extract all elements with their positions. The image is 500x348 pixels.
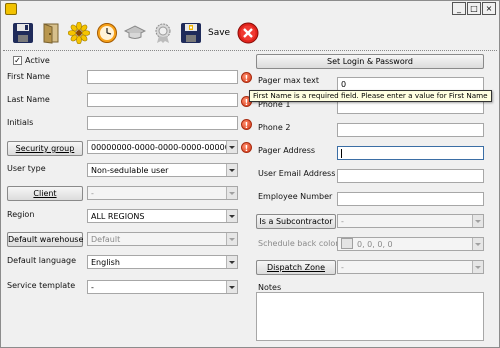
color-swatch: [341, 238, 353, 249]
phone2-label: Phone 2: [258, 123, 291, 132]
region-value: ALL REGIONS: [91, 212, 145, 221]
save-add-icon[interactable]: [179, 21, 203, 45]
service-template-value: -: [91, 283, 94, 292]
client-value: -: [91, 189, 94, 198]
user-edit-window: _ □ × Save ✓ Active First Name ! Last Na…: [0, 0, 500, 348]
schedule-back-color-value: 0, 0, 0, 0: [357, 240, 393, 249]
user-type-value: Non-sedulable user: [91, 166, 169, 175]
service-template-select[interactable]: -: [87, 280, 238, 294]
clock-icon[interactable]: [95, 21, 119, 45]
toolbar-separator: [3, 50, 497, 51]
notes-textarea[interactable]: [256, 292, 484, 341]
set-login-password-button[interactable]: Set Login & Password: [256, 54, 484, 69]
security-group-value: 00000000-0000-0000-0000-0000000: [91, 143, 238, 152]
schedule-back-color-select[interactable]: 0, 0, 0, 0: [337, 237, 484, 251]
chevron-down-icon[interactable]: [226, 187, 237, 199]
region-label: Region: [7, 210, 35, 219]
default-warehouse-value: Default: [91, 235, 121, 244]
phone1-input[interactable]: [337, 100, 484, 114]
chevron-down-icon[interactable]: [226, 164, 237, 176]
employee-number-label: Employee Number: [258, 192, 333, 201]
notes-label: Notes: [258, 283, 282, 292]
default-language-label: Default language: [7, 256, 77, 265]
close-window-button[interactable]: ×: [482, 2, 496, 15]
maximize-button[interactable]: □: [467, 2, 481, 15]
user-email-input[interactable]: [337, 169, 484, 183]
dispatch-zone-button-label: Dispatch Zone: [266, 263, 326, 272]
chevron-down-icon[interactable]: [226, 256, 237, 268]
pager-max-text-input[interactable]: 0: [337, 77, 484, 91]
title-bar: _ □ ×: [1, 1, 499, 17]
user-type-label: User type: [7, 164, 46, 173]
first-name-label: First Name: [7, 72, 50, 81]
default-warehouse-select[interactable]: Default: [87, 232, 238, 246]
last-name-label: Last Name: [7, 95, 50, 104]
save-disk-icon[interactable]: [11, 21, 35, 45]
minimize-button[interactable]: _: [452, 2, 466, 15]
flower-icon[interactable]: [67, 21, 91, 45]
user-type-select[interactable]: Non-sedulable user: [87, 163, 238, 177]
graduation-cap-icon[interactable]: [123, 21, 147, 45]
dispatch-zone-value: -: [341, 263, 344, 272]
security-group-select[interactable]: 00000000-0000-0000-0000-0000000: [87, 140, 238, 154]
phone2-input[interactable]: [337, 123, 484, 137]
save-label[interactable]: Save: [208, 28, 230, 38]
validation-tooltip: First Name is a required field. Please e…: [249, 90, 492, 102]
toolbar: Save: [1, 17, 499, 49]
client-button-label: Client: [33, 189, 57, 198]
default-language-value: English: [91, 258, 120, 267]
subcontractor-button-label: Is a Subcontractor: [259, 217, 333, 226]
default-language-select[interactable]: English: [87, 255, 238, 269]
award-icon[interactable]: [151, 21, 175, 45]
initials-label: Initials: [7, 118, 34, 127]
pager-address-input[interactable]: [337, 146, 484, 160]
user-email-label: User Email Address: [258, 169, 336, 178]
window-controls: _ □ ×: [452, 2, 496, 15]
subcontractor-value: -: [341, 217, 344, 226]
security-group-error-icon: !: [241, 142, 252, 153]
set-login-password-button-label: Set Login & Password: [327, 57, 413, 66]
dispatch-zone-select[interactable]: -: [337, 260, 484, 274]
service-template-label: Service template: [7, 281, 76, 290]
client-select[interactable]: -: [87, 186, 238, 200]
chevron-down-icon[interactable]: [226, 141, 237, 153]
initials-error-icon: !: [241, 119, 252, 130]
region-select[interactable]: ALL REGIONS: [87, 209, 238, 223]
schedule-back-color-label: Schedule back color: [258, 239, 339, 248]
chevron-down-icon[interactable]: [226, 281, 237, 293]
employee-number-input[interactable]: [337, 192, 484, 206]
initials-input[interactable]: [87, 116, 238, 130]
app-icon: [5, 3, 17, 15]
default-warehouse-button[interactable]: Default warehouse: [7, 232, 83, 247]
first-name-input[interactable]: [87, 70, 238, 84]
security-group-button-label: Security group: [15, 144, 75, 153]
chevron-down-icon[interactable]: [226, 210, 237, 222]
dispatch-zone-button[interactable]: Dispatch Zone: [256, 260, 336, 275]
chevron-down-icon[interactable]: [472, 238, 483, 250]
active-checkbox[interactable]: ✓: [13, 56, 22, 65]
security-group-button[interactable]: Security group: [7, 141, 83, 156]
subcontractor-select[interactable]: -: [337, 214, 484, 228]
active-label: Active: [25, 56, 50, 65]
last-name-input[interactable]: [87, 93, 238, 107]
pager-max-text-label: Pager max text: [258, 76, 319, 85]
chevron-down-icon[interactable]: [472, 261, 483, 273]
client-button[interactable]: Client: [7, 186, 83, 201]
default-warehouse-button-label: Default warehouse: [8, 235, 84, 244]
subcontractor-button[interactable]: Is a Subcontractor: [256, 214, 336, 229]
chevron-down-icon[interactable]: [226, 233, 237, 245]
pager-address-label: Pager Address: [258, 146, 316, 155]
door-icon[interactable]: [39, 21, 63, 45]
chevron-down-icon[interactable]: [472, 215, 483, 227]
first-name-error-icon: !: [241, 72, 252, 83]
text-cursor: [341, 149, 342, 158]
cancel-icon[interactable]: [236, 21, 260, 45]
